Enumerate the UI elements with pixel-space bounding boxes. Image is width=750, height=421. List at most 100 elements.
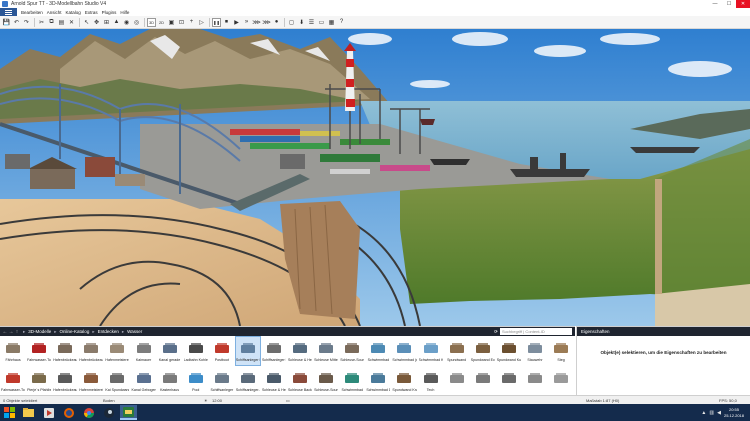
- catalog-item[interactable]: Kai Spundwand: [104, 366, 130, 396]
- zoom-icon[interactable]: ⊡: [177, 18, 186, 27]
- select-icon[interactable]: ↖: [82, 18, 91, 27]
- chrome-icon[interactable]: [80, 405, 97, 420]
- eye-icon[interactable]: ◎: [132, 18, 141, 27]
- catalog-item[interactable]: Spundwand Kurve: [496, 336, 522, 366]
- track-icon[interactable]: ⊞: [102, 18, 111, 27]
- catalog-item[interactable]: Hafenmeisterei: [104, 336, 130, 366]
- catalog-item[interactable]: Spundwand Ecke: [470, 336, 496, 366]
- close-button[interactable]: ✕: [736, 0, 750, 8]
- window-icon[interactable]: ▭: [317, 18, 326, 27]
- copy-icon[interactable]: ⧉: [47, 18, 56, 27]
- catalog-item[interactable]: Spundwand: [444, 336, 470, 366]
- catalog-item[interactable]: Tech: [418, 366, 444, 396]
- catalog-item[interactable]: Schiffsanleger: [209, 366, 235, 396]
- refresh-icon[interactable]: ⟳: [492, 329, 500, 335]
- catalog-item[interactable]: Schleuse-Sound...: [313, 366, 339, 396]
- catalog-item[interactable]: Fährhaus: [0, 336, 26, 366]
- menu-katalog[interactable]: Katalog: [64, 10, 83, 15]
- active-layer[interactable]: Boden: [103, 398, 115, 403]
- play-icon[interactable]: ▷: [197, 18, 206, 27]
- view-icon[interactable]: ▣: [167, 18, 176, 27]
- breadcrumb-3d-modelle[interactable]: 3D-Modelle: [28, 329, 51, 334]
- catalog-item[interactable]: Schwimmbad (ei...: [391, 336, 417, 366]
- catalog-item[interactable]: Schiffsanleger-Pe...: [235, 366, 261, 396]
- catalog-item[interactable]: Schiffsanleger Lib...: [234, 336, 261, 366]
- catalog-item[interactable]: Hafenbrückeaufbau: [52, 336, 78, 366]
- record-icon[interactable]: ●: [272, 18, 281, 27]
- menu-bearbeiten[interactable]: Bearbeiten: [19, 10, 45, 15]
- firefox-icon[interactable]: [60, 405, 77, 420]
- menu-extras[interactable]: Extras: [83, 10, 100, 15]
- catalog-item[interactable]: [496, 366, 522, 396]
- catalog-item[interactable]: Kastenhaus: [157, 366, 183, 396]
- help-icon[interactable]: ?: [337, 18, 346, 27]
- catalog-search-input[interactable]: Suchbegriff | Content-ID: [500, 328, 572, 335]
- move-icon[interactable]: ✥: [92, 18, 101, 27]
- menu-plugins[interactable]: Plugins: [100, 10, 119, 15]
- catalog-item[interactable]: Spundwand Kra...: [391, 366, 417, 396]
- camera-icon[interactable]: ◉: [122, 18, 131, 27]
- catalog-item[interactable]: Schleuse-Sound...: [339, 336, 365, 366]
- catalog-item[interactable]: [522, 366, 548, 396]
- steam-icon[interactable]: [100, 405, 117, 420]
- save-icon[interactable]: 💾: [2, 18, 11, 27]
- catalog-item[interactable]: Kanal gerade: [157, 336, 183, 366]
- catalog-item[interactable]: Schwimmbad Do...: [365, 366, 391, 396]
- minimize-button[interactable]: —: [708, 0, 722, 8]
- menu-hilfe[interactable]: Hilfe: [118, 10, 131, 15]
- volume-icon[interactable]: ◀: [717, 410, 721, 416]
- catalog-item[interactable]: Pierje´s Pfahlbude: [26, 366, 52, 396]
- catalog-item[interactable]: Ladbahn Kohle: [183, 336, 209, 366]
- menu-ansicht[interactable]: Ansicht: [45, 10, 64, 15]
- view-3d-button[interactable]: 3D: [147, 17, 156, 27]
- catalog-item[interactable]: Schleuse & Heser...: [287, 336, 313, 366]
- catalog-item[interactable]: Schwimmbad: [339, 366, 365, 396]
- file-menu-button[interactable]: [0, 8, 17, 16]
- breadcrumb-online-katalog[interactable]: Online-Katalog: [60, 329, 90, 334]
- windows-start-button[interactable]: [2, 405, 17, 420]
- 3d-viewport[interactable]: [0, 29, 750, 326]
- catalog-item[interactable]: Schleuse & Heser: [261, 366, 287, 396]
- redo-icon[interactable]: ↷: [22, 18, 31, 27]
- breadcrumb-wasser[interactable]: Wasser: [127, 329, 142, 334]
- catalog-item[interactable]: Kanal Gebogen: [130, 366, 156, 396]
- network-icon[interactable]: ▥: [709, 410, 714, 416]
- catalog-item[interactable]: Hafenbrückeaufbau ab: [78, 336, 104, 366]
- download-icon[interactable]: ⬇: [297, 18, 306, 27]
- paste-icon[interactable]: ▤: [57, 18, 66, 27]
- catalog-item[interactable]: Steg: [548, 336, 574, 366]
- catalog-item[interactable]: Postboot: [209, 336, 235, 366]
- catalog-item[interactable]: Kaimauer: [130, 336, 156, 366]
- faster-icon[interactable]: ⋙: [252, 18, 261, 27]
- layers-icon[interactable]: ☰: [307, 18, 316, 27]
- catalog-item[interactable]: [470, 366, 496, 396]
- catalog-item[interactable]: [444, 366, 470, 396]
- time-slider[interactable]: ▭: [286, 398, 290, 403]
- view-2d-button[interactable]: 2D: [157, 18, 166, 27]
- catalog-item[interactable]: Schwimmbad: [365, 336, 391, 366]
- simulation-time[interactable]: 12:00: [212, 398, 222, 403]
- catalog-item[interactable]: Schwimmbad Kin...: [418, 336, 444, 366]
- explorer-icon[interactable]: [20, 405, 37, 420]
- cut-icon[interactable]: ✂: [37, 18, 46, 27]
- undo-icon[interactable]: ↶: [12, 18, 21, 27]
- pause-icon[interactable]: ❚❚: [212, 17, 221, 27]
- tray-arrow-icon[interactable]: ▲: [701, 410, 706, 416]
- screenshot-icon[interactable]: ◻: [287, 18, 296, 27]
- delete-icon[interactable]: ✕: [67, 18, 76, 27]
- catalog-item[interactable]: Hafenmeisterei: [78, 366, 104, 396]
- catalog-item[interactable]: [548, 366, 574, 396]
- media-icon[interactable]: [40, 405, 57, 420]
- catalog-item[interactable]: Schiffsanleger Be...: [261, 336, 287, 366]
- catalog-item[interactable]: Pool: [183, 366, 209, 396]
- taskbar-clock[interactable]: 20:55 25.12.2018: [724, 407, 744, 419]
- catalog-item[interactable]: Schleuse Mittelgrö...: [313, 336, 339, 366]
- catalog-item[interactable]: Fahrwasser-Tonn...: [0, 366, 26, 396]
- fastest-icon[interactable]: ⋙: [262, 18, 271, 27]
- modelbahn-icon[interactable]: [120, 405, 137, 420]
- catalog-item[interactable]: Stauwehr: [522, 336, 548, 366]
- catalog-item[interactable]: Schleuse Backste...: [287, 366, 313, 396]
- terrain-icon[interactable]: ▲: [112, 18, 121, 27]
- grid-icon[interactable]: ▦: [327, 18, 336, 27]
- up-icon[interactable]: ↑: [14, 329, 20, 335]
